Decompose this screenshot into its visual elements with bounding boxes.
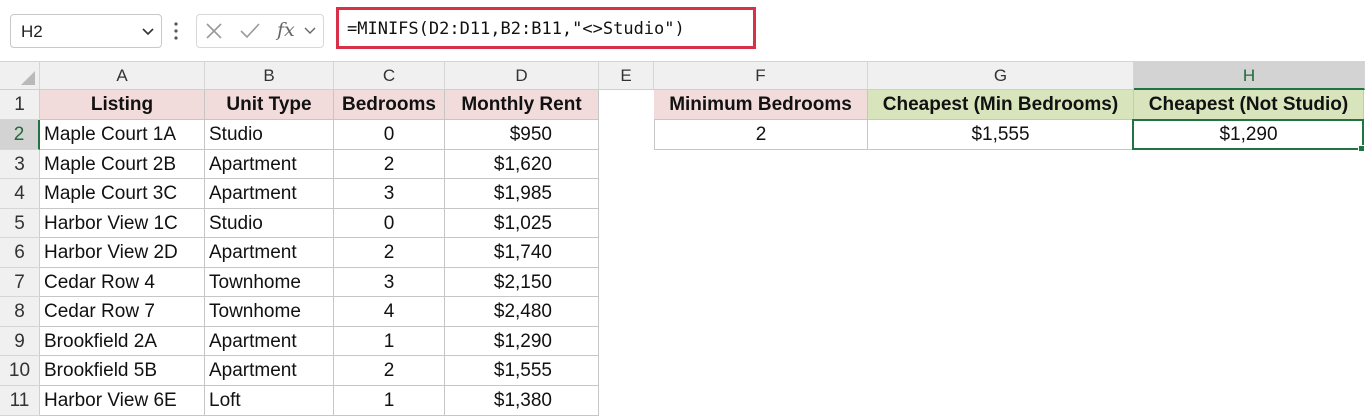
cell-unit-type[interactable]: Apartment: [205, 238, 334, 268]
row-header-7[interactable]: 7: [0, 268, 40, 297]
row-header-10[interactable]: 10: [0, 356, 40, 386]
cell-unit-type[interactable]: Townhome: [205, 297, 334, 327]
row-header-5[interactable]: 5: [0, 209, 40, 238]
cell-unit-type[interactable]: Apartment: [205, 327, 334, 356]
formula-controls: fx: [196, 14, 324, 48]
column-header-d[interactable]: D: [445, 62, 599, 90]
expand-chevron-icon[interactable]: [303, 25, 317, 37]
column-header-g[interactable]: G: [868, 62, 1134, 90]
row-header-4[interactable]: 4: [0, 179, 40, 209]
cell-listing[interactable]: Harbor View 6E: [40, 386, 205, 416]
cell-bedrooms[interactable]: 1: [334, 386, 445, 416]
cell-unit-type[interactable]: Loft: [205, 386, 334, 416]
column-header-f[interactable]: F: [654, 62, 868, 90]
cell-listing[interactable]: Harbor View 2D: [40, 238, 205, 268]
cell-unit-type[interactable]: Townhome: [205, 268, 334, 297]
enter-checkmark-icon[interactable]: [239, 22, 261, 40]
cell-bedrooms[interactable]: 2: [334, 150, 445, 179]
select-all-button[interactable]: [0, 62, 40, 90]
row-header-3[interactable]: 3: [0, 150, 40, 179]
cell-listing[interactable]: Cedar Row 7: [40, 297, 205, 327]
row-header-8[interactable]: 8: [0, 297, 40, 327]
cell-listing[interactable]: Brookfield 2A: [40, 327, 205, 356]
column-header-b[interactable]: B: [205, 62, 334, 90]
cell-cheapest-min-value[interactable]: $1,555: [868, 120, 1134, 150]
header-listing[interactable]: Listing: [40, 90, 205, 120]
row-header-9[interactable]: 9: [0, 327, 40, 356]
cell-minimum-bedrooms-value[interactable]: 2: [654, 120, 868, 150]
cell-unit-type[interactable]: Apartment: [205, 179, 334, 209]
cell-listing[interactable]: Maple Court 1A: [40, 120, 205, 150]
cell-monthly-rent[interactable]: $1,620: [445, 150, 599, 179]
cell-bedrooms[interactable]: 0: [334, 209, 445, 238]
formula-bar-area: H2 fx =MINIFS(D2:D11,B2:B11,"<>Studio"): [0, 0, 1365, 62]
cell-bedrooms[interactable]: 0: [334, 120, 445, 150]
cell-monthly-rent[interactable]: $1,380: [445, 386, 599, 416]
row-header-2[interactable]: 2: [0, 120, 40, 150]
cell-monthly-rent[interactable]: $1,740: [445, 238, 599, 268]
cell-monthly-rent[interactable]: $1,025: [445, 209, 599, 238]
cell-bedrooms[interactable]: 3: [334, 179, 445, 209]
cell-unit-type[interactable]: Apartment: [205, 150, 334, 179]
column-header-e[interactable]: E: [599, 62, 654, 90]
cell-bedrooms[interactable]: 3: [334, 268, 445, 297]
cell-bedrooms[interactable]: 2: [334, 238, 445, 268]
cell-monthly-rent[interactable]: $1,290: [445, 327, 599, 356]
column-header-a[interactable]: A: [40, 62, 205, 90]
cell-monthly-rent[interactable]: $1,555: [445, 356, 599, 386]
cancel-icon[interactable]: [205, 22, 223, 40]
header-minimum-bedrooms[interactable]: Minimum Bedrooms: [654, 90, 868, 120]
fill-handle[interactable]: [1358, 145, 1365, 152]
header-monthly-rent[interactable]: Monthly Rent: [445, 90, 599, 120]
cell-monthly-rent[interactable]: $1,985: [445, 179, 599, 209]
cell-monthly-rent[interactable]: $2,150: [445, 268, 599, 297]
formula-input[interactable]: =MINIFS(D2:D11,B2:B11,"<>Studio"): [336, 7, 756, 49]
header-cheapest-min-bedrooms[interactable]: Cheapest (Min Bedrooms): [868, 90, 1134, 120]
name-box[interactable]: H2: [10, 14, 162, 48]
cell-unit-type[interactable]: Apartment: [205, 356, 334, 386]
cell-listing[interactable]: Brookfield 5B: [40, 356, 205, 386]
column-header-c[interactable]: C: [334, 62, 445, 90]
cell-bedrooms[interactable]: 2: [334, 356, 445, 386]
chevron-down-icon[interactable]: [141, 24, 155, 38]
cell-cheapest-not-studio-value[interactable]: $1,290: [1134, 120, 1364, 150]
header-bedrooms[interactable]: Bedrooms: [334, 90, 445, 120]
cell-bedrooms[interactable]: 4: [334, 297, 445, 327]
cell-listing[interactable]: Harbor View 1C: [40, 209, 205, 238]
cell-listing[interactable]: Maple Court 2B: [40, 150, 205, 179]
header-unit-type[interactable]: Unit Type: [205, 90, 334, 120]
cell-unit-type[interactable]: Studio: [205, 209, 334, 238]
row-header-6[interactable]: 6: [0, 238, 40, 268]
cell-unit-type[interactable]: Studio: [205, 120, 334, 150]
cell-monthly-rent[interactable]: $950: [445, 120, 599, 150]
cell-listing[interactable]: Maple Court 3C: [40, 179, 205, 209]
column-header-h[interactable]: H: [1134, 62, 1365, 90]
header-cheapest-not-studio[interactable]: Cheapest (Not Studio): [1134, 90, 1364, 120]
row-header-11[interactable]: 11: [0, 386, 40, 416]
more-options-icon[interactable]: [173, 20, 179, 42]
cell-bedrooms[interactable]: 1: [334, 327, 445, 356]
row-header-1[interactable]: 1: [0, 90, 40, 120]
insert-function-icon[interactable]: fx: [277, 19, 295, 41]
name-box-value: H2: [21, 22, 43, 41]
formula-text: =MINIFS(D2:D11,B2:B11,"<>Studio"): [347, 19, 685, 39]
cell-monthly-rent[interactable]: $2,480: [445, 297, 599, 327]
cell-listing[interactable]: Cedar Row 4: [40, 268, 205, 297]
select-all-triangle-icon: [21, 71, 35, 85]
